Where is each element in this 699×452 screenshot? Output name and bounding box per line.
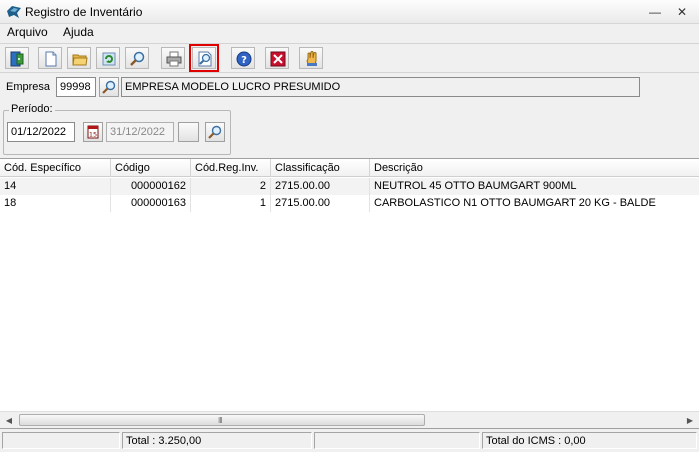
hand-button[interactable] bbox=[299, 47, 323, 69]
help-button[interactable]: ? bbox=[231, 47, 255, 69]
horizontal-scrollbar[interactable]: ◀ III ▶ bbox=[0, 411, 699, 428]
status-panel-empty-2 bbox=[314, 432, 480, 449]
menu-bar: Arquivo Ajuda bbox=[0, 24, 699, 42]
search-icon bbox=[102, 80, 116, 94]
svg-text:?: ? bbox=[241, 55, 247, 66]
status-panel-empty bbox=[2, 432, 120, 449]
cell-cod-especifico: 18 bbox=[0, 195, 111, 212]
cell-descricao: CARBOLASTICO N1 OTTO BAUMGART 20 KG - BA… bbox=[374, 197, 656, 209]
cell-classificacao: 2715.00.00 bbox=[271, 178, 370, 195]
column-cod-reg-inv[interactable]: Cód.Reg.Inv. bbox=[191, 159, 271, 177]
cell-codigo: 000000163 bbox=[111, 195, 191, 212]
scroll-thumb[interactable]: III bbox=[19, 414, 425, 426]
table-row[interactable]: 14 000000162 2 2715.00.00 NEUTROL 45 OTT… bbox=[0, 178, 699, 195]
title-bar: Registro de Inventário — ✕ bbox=[0, 0, 699, 24]
app-icon bbox=[7, 6, 21, 18]
cell-cod-reg-inv: 1 bbox=[191, 195, 271, 212]
search-icon bbox=[208, 125, 222, 139]
status-bar: Total : 3.250,00 Total do ICMS : 0,00 bbox=[0, 431, 699, 452]
delete-button[interactable] bbox=[265, 47, 289, 69]
column-descricao[interactable]: Descrição bbox=[370, 159, 699, 177]
delete-icon bbox=[270, 51, 286, 67]
exit-button[interactable] bbox=[5, 47, 29, 69]
open-button[interactable] bbox=[67, 47, 91, 69]
periodo-label: Período: bbox=[9, 103, 55, 115]
search-button[interactable] bbox=[125, 47, 149, 69]
cell-descricao: NEUTROL 45 OTTO BAUMGART 900ML bbox=[374, 180, 577, 192]
empresa-name-field: EMPRESA MODELO LUCRO PRESUMIDO bbox=[121, 77, 640, 97]
hand-icon bbox=[306, 51, 317, 66]
refresh-button[interactable] bbox=[96, 47, 120, 69]
table-row[interactable]: 18 000000163 1 2715.00.00 CARBOLASTICO N… bbox=[0, 195, 699, 212]
cell-classificacao: 2715.00.00 bbox=[271, 195, 370, 212]
status-total: Total : 3.250,00 bbox=[122, 432, 312, 449]
calendar-button[interactable]: 15 bbox=[83, 122, 103, 142]
menu-ajuda[interactable]: Ajuda bbox=[63, 25, 94, 39]
periodo-end-input: 31/12/2022 bbox=[106, 122, 174, 142]
printer-icon bbox=[166, 51, 182, 67]
calendar-day: 15 bbox=[89, 131, 97, 139]
empresa-search-button[interactable] bbox=[99, 77, 119, 97]
grid-header: Cód. Específico Código Cód.Reg.Inv. Clas… bbox=[0, 159, 699, 177]
open-folder-icon bbox=[72, 54, 88, 66]
empresa-label: Empresa bbox=[6, 81, 51, 93]
exit-door-icon bbox=[10, 51, 24, 67]
calendar-icon: 15 bbox=[87, 125, 99, 139]
empresa-code-input[interactable]: 99998 bbox=[56, 77, 96, 97]
status-total-icms: Total do ICMS : 0,00 bbox=[482, 432, 697, 449]
periodo-end-calendar-button bbox=[178, 122, 199, 142]
scroll-grip: III bbox=[218, 416, 223, 425]
preview-button[interactable] bbox=[189, 44, 219, 72]
menu-arquivo[interactable]: Arquivo bbox=[7, 25, 48, 39]
window-title: Registro de Inventário bbox=[25, 5, 143, 19]
scroll-right-icon[interactable]: ▶ bbox=[684, 415, 696, 426]
print-button[interactable] bbox=[161, 47, 185, 69]
new-document-icon bbox=[45, 51, 57, 67]
new-button[interactable] bbox=[38, 47, 62, 69]
column-cod-especifico[interactable]: Cód. Específico bbox=[0, 159, 111, 177]
cell-cod-reg-inv: 2 bbox=[191, 178, 271, 195]
search-icon bbox=[130, 51, 145, 66]
cell-cod-especifico: 14 bbox=[0, 178, 111, 195]
close-button[interactable]: ✕ bbox=[672, 5, 692, 19]
periodo-start-input[interactable]: 01/12/2022 bbox=[7, 122, 75, 142]
cell-codigo: 000000162 bbox=[111, 178, 191, 195]
column-classificacao[interactable]: Classificação bbox=[271, 159, 370, 177]
scroll-left-icon[interactable]: ◀ bbox=[3, 415, 15, 426]
refresh-icon bbox=[102, 52, 116, 66]
inventory-grid[interactable]: Cód. Específico Código Cód.Reg.Inv. Clas… bbox=[0, 158, 699, 429]
periodo-search-button[interactable] bbox=[205, 122, 225, 142]
column-codigo[interactable]: Código bbox=[111, 159, 191, 177]
print-preview-icon bbox=[198, 51, 212, 67]
toolbar: ? bbox=[0, 43, 699, 73]
minimize-button[interactable]: — bbox=[645, 5, 665, 19]
help-icon: ? bbox=[236, 51, 252, 67]
